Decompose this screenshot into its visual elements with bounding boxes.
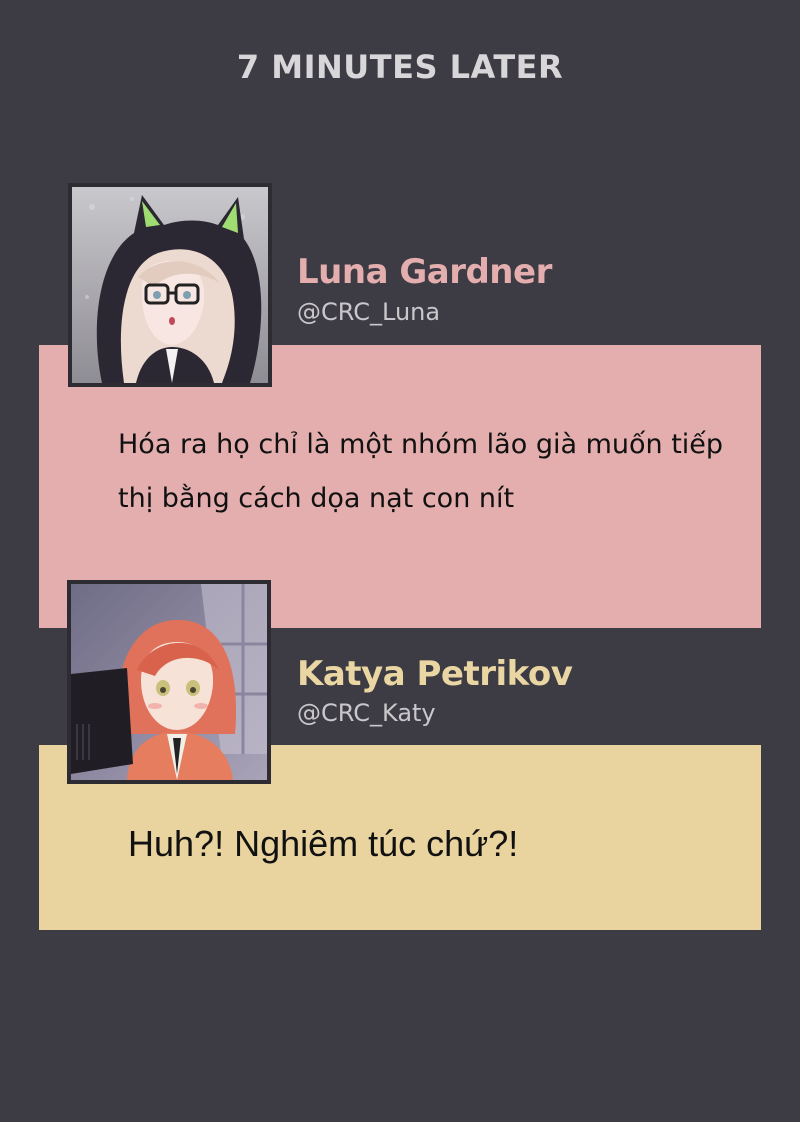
avatar-katya[interactable] — [67, 580, 271, 784]
author-handle-luna[interactable]: @CRC_Luna — [297, 298, 440, 326]
message-text-katya: Huh?! Nghiêm túc chứ?! — [128, 823, 519, 864]
author-name-luna[interactable]: Luna Gardner — [297, 252, 552, 292]
scene-caption: 7 MINUTES LATER — [236, 48, 564, 86]
message-text-luna: Hóa ra họ chỉ là một nhóm lão già muốn t… — [118, 429, 724, 514]
author-name-katya[interactable]: Katya Petrikov — [297, 654, 573, 694]
avatar-luna[interactable] — [68, 183, 272, 387]
author-handle-katya[interactable]: @CRC_Katy — [297, 699, 436, 727]
